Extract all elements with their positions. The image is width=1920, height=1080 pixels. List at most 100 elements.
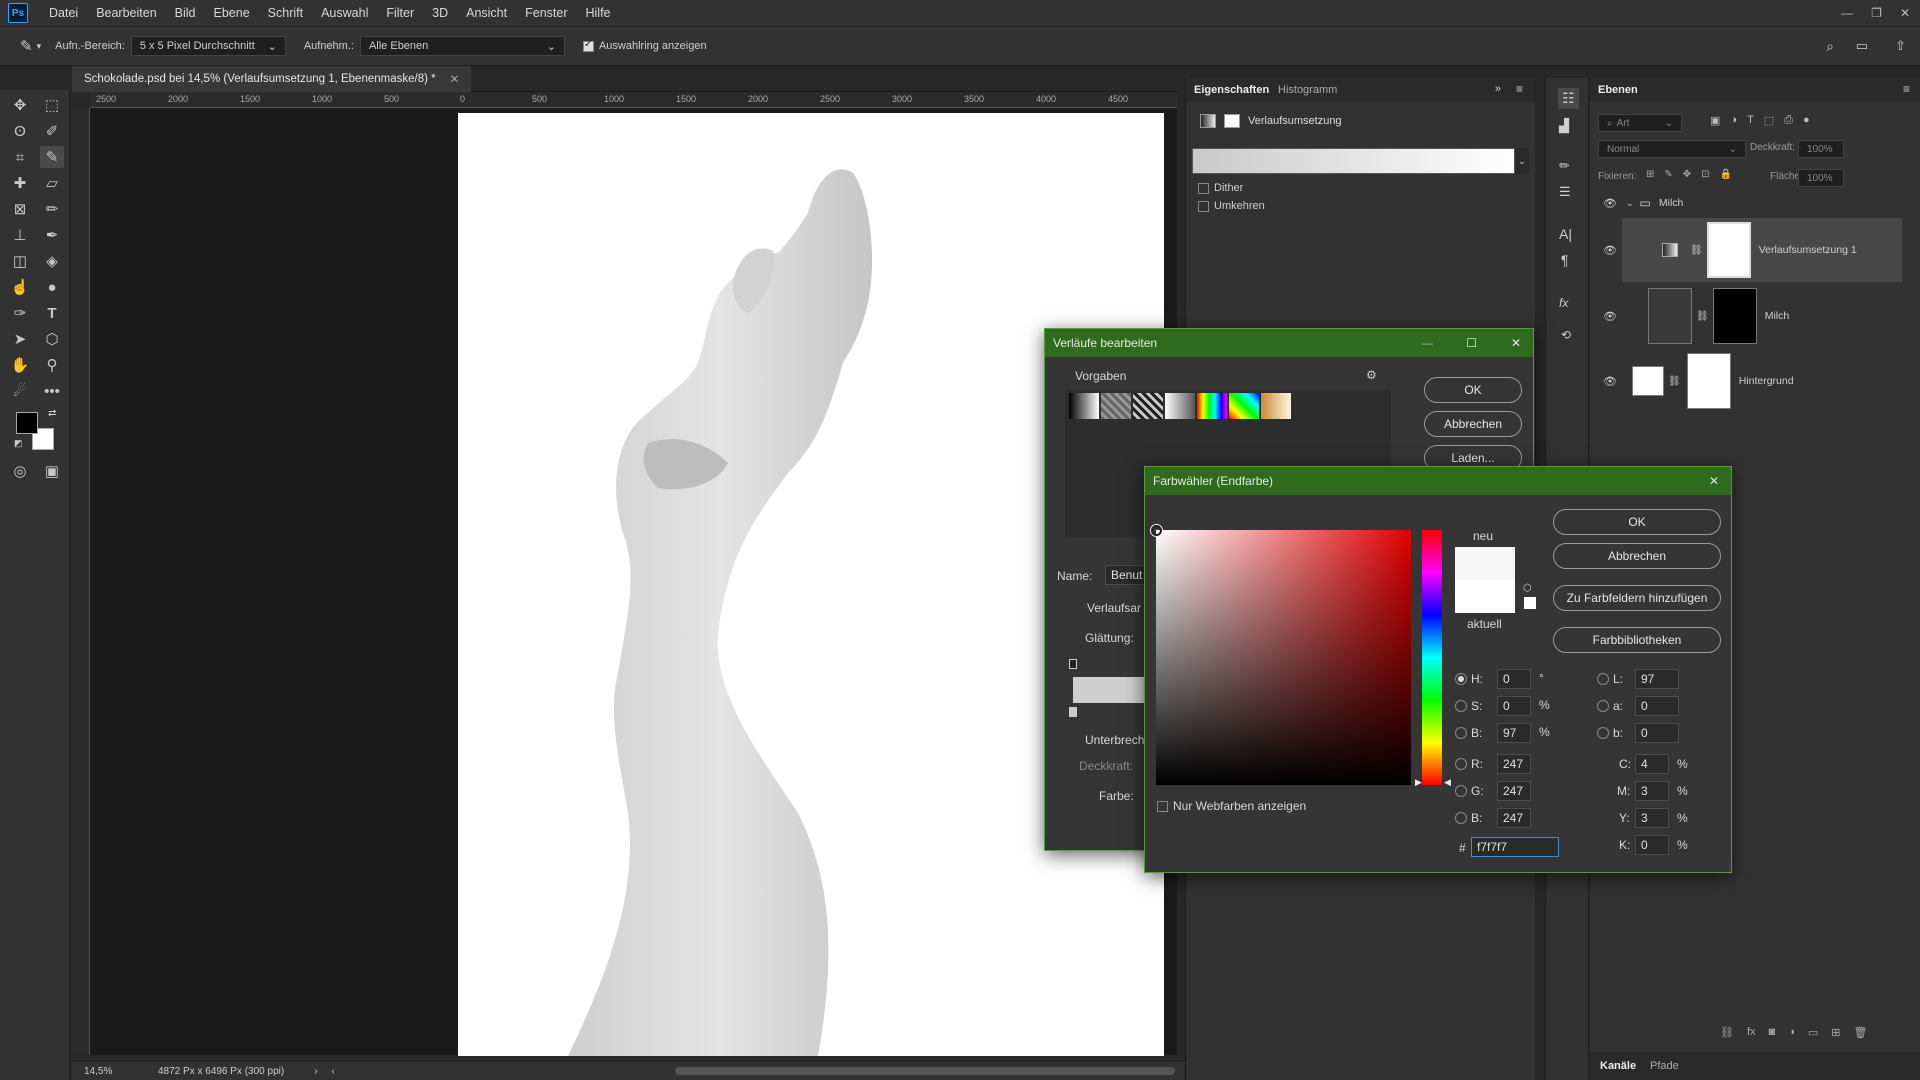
h-radio[interactable]	[1455, 673, 1467, 685]
preset-swatch[interactable]	[1165, 393, 1195, 419]
smudge-tool-icon[interactable]: ☝	[8, 276, 32, 298]
gradient-preview-bar[interactable]	[1192, 148, 1515, 174]
styles-icon[interactable]: fx	[1559, 296, 1568, 310]
healing-tool-icon[interactable]: ✚	[8, 172, 32, 194]
adjustment-layer-icon[interactable]: ◑	[1788, 1026, 1795, 1039]
menu-bearbeiten[interactable]: Bearbeiten	[87, 0, 165, 26]
menu-hilfe[interactable]: Hilfe	[577, 0, 620, 26]
preset-swatch[interactable]	[1069, 393, 1099, 419]
restore-icon[interactable]: ❐	[1871, 6, 1882, 20]
tab-eigenschaften[interactable]: Eigenschaften	[1194, 84, 1269, 96]
cancel-button[interactable]: Abbrechen	[1424, 411, 1522, 437]
gradient-ramp[interactable]	[1073, 677, 1153, 703]
blue-input[interactable]: 247	[1497, 808, 1531, 828]
adjustments-icon[interactable]: ☰	[1559, 184, 1571, 200]
lock-all-icon[interactable]: 🔒	[1720, 169, 1732, 180]
eyedropper-tool-icon[interactable]: ✎	[40, 146, 64, 168]
hue-slider[interactable]	[1422, 530, 1442, 785]
foreground-color-swatch[interactable]	[16, 412, 38, 434]
layer-thumbnail[interactable]	[1648, 288, 1692, 344]
dither-checkbox[interactable]	[1198, 182, 1209, 194]
m-input[interactable]: 3	[1635, 781, 1669, 801]
eye-icon[interactable]: 👁	[1602, 310, 1618, 323]
new-layer-icon[interactable]: ⊞	[1831, 1026, 1840, 1039]
close-icon[interactable]: ✕	[1709, 474, 1719, 488]
a-input[interactable]: 0	[1635, 696, 1679, 716]
quick-mask-icon[interactable]: ◎	[8, 460, 32, 482]
default-colors-icon[interactable]: ◩	[14, 438, 23, 449]
document-tab[interactable]: Schokolade.psd bei 14,5% (Verlaufsumsetz…	[72, 66, 472, 92]
sample-layers-select[interactable]: Alle Ebenen ⌄	[359, 36, 565, 56]
collapse-icon[interactable]: »	[1495, 83, 1501, 95]
menu-schrift[interactable]: Schrift	[259, 0, 312, 26]
chevron-down-icon[interactable]: ⌄	[1626, 198, 1634, 209]
filter-pixel-icon[interactable]: ▣	[1710, 114, 1720, 127]
eye-icon[interactable]: 👁	[1602, 375, 1618, 388]
transform-icon[interactable]: ⟲	[1561, 328, 1571, 342]
k-input[interactable]: 0	[1635, 835, 1669, 855]
crop-tool-icon[interactable]: ⌗	[8, 146, 32, 168]
link-icon[interactable]: ⛓	[1690, 245, 1703, 256]
b-radio[interactable]	[1455, 727, 1467, 739]
tab-histogramm[interactable]: Histogramm	[1278, 84, 1337, 96]
dialog-titlebar[interactable]: Verläufe bearbeiten — ☐ ✕	[1045, 329, 1533, 357]
hand-tool-icon[interactable]: ✋	[8, 354, 32, 376]
menu-ebene[interactable]: Ebene	[205, 0, 259, 26]
ok-button[interactable]: OK	[1424, 377, 1522, 403]
chevron-left-icon[interactable]: ‹	[332, 1066, 335, 1077]
menu-bild[interactable]: Bild	[166, 0, 205, 26]
menu-datei[interactable]: Datei	[40, 0, 87, 26]
link-layers-icon[interactable]: ⛓	[1720, 1026, 1734, 1039]
layer-row[interactable]: 👁 ⛓ Hintergrund	[1602, 349, 1902, 413]
color-field-cursor[interactable]	[1151, 525, 1162, 536]
lock-artboard-icon[interactable]: ⊡	[1701, 169, 1709, 180]
brush-tool-icon[interactable]: ✏	[40, 198, 64, 220]
chevron-right-icon[interactable]: ›	[314, 1066, 317, 1077]
l-radio[interactable]	[1597, 673, 1609, 685]
color-libraries-button[interactable]: Farbbibliotheken	[1553, 627, 1721, 653]
add-mask-icon[interactable]: ◙	[1769, 1026, 1776, 1039]
paint-bucket-icon[interactable]: ◈	[40, 250, 64, 272]
zoom-tool-icon[interactable]: ⚲	[40, 354, 64, 376]
preset-swatch[interactable]	[1101, 393, 1131, 419]
rotate-view-icon[interactable]: ☄	[8, 380, 32, 402]
paragraph-icon[interactable]: ¶	[1561, 252, 1569, 268]
new-group-icon[interactable]: ▭	[1808, 1026, 1818, 1039]
eye-icon[interactable]: 👁	[1602, 244, 1618, 257]
share-icon[interactable]: ⇧	[1895, 38, 1906, 54]
more-tools-icon[interactable]: •••	[40, 380, 64, 402]
preset-swatch[interactable]	[1197, 393, 1227, 419]
character-icon[interactable]: A|	[1559, 226, 1572, 242]
menu-filter[interactable]: Filter	[377, 0, 423, 26]
blend-mode-select[interactable]: Normal ⌄	[1598, 140, 1746, 158]
frame-tool-icon[interactable]: ⊠	[8, 198, 32, 220]
opacity-stop-marker[interactable]	[1069, 659, 1077, 669]
quick-select-tool-icon[interactable]: ✐	[40, 120, 64, 142]
menu-3d[interactable]: 3D	[423, 0, 457, 26]
color-field[interactable]	[1156, 530, 1411, 785]
menu-auswahl[interactable]: Auswahl	[312, 0, 377, 26]
swap-colors-icon[interactable]: ⇄	[48, 408, 56, 419]
tab-ebenen[interactable]: Ebenen	[1598, 84, 1638, 96]
pen-tool-icon[interactable]: ✑	[8, 302, 32, 324]
layer-row[interactable]: 👁 ⛓ Verlaufsumsetzung 1	[1603, 218, 1902, 282]
minimize-icon[interactable]: —	[1421, 336, 1433, 350]
stamp-tool-icon[interactable]: ⊥	[8, 224, 32, 246]
path-select-icon[interactable]: ➤	[8, 328, 32, 350]
web-safe-swatch[interactable]	[1524, 597, 1536, 609]
y-input[interactable]: 3	[1635, 808, 1669, 828]
lab-b-radio[interactable]	[1597, 727, 1609, 739]
screen-mode-icon[interactable]: ▣	[40, 460, 64, 482]
preset-swatch[interactable]	[1229, 393, 1259, 419]
h-input[interactable]: 0	[1497, 669, 1531, 689]
lock-position-icon[interactable]: ✥	[1683, 169, 1691, 180]
eyedropper-tool-icon[interactable]: ✎	[20, 37, 33, 55]
r-radio[interactable]	[1455, 758, 1467, 770]
close-icon[interactable]: ✕	[1900, 6, 1910, 20]
sample-size-select[interactable]: 5 x 5 Pixel Durchschnitt ⌄	[130, 36, 286, 56]
shape-tool-icon[interactable]: ⬡	[40, 328, 64, 350]
dodge-tool-icon[interactable]: ●	[40, 276, 64, 298]
layer-mask-thumbnail[interactable]	[1686, 353, 1731, 409]
fx-icon[interactable]: fx	[1747, 1026, 1756, 1039]
hue-slider-arrow-right[interactable]: ◀	[1444, 777, 1451, 788]
